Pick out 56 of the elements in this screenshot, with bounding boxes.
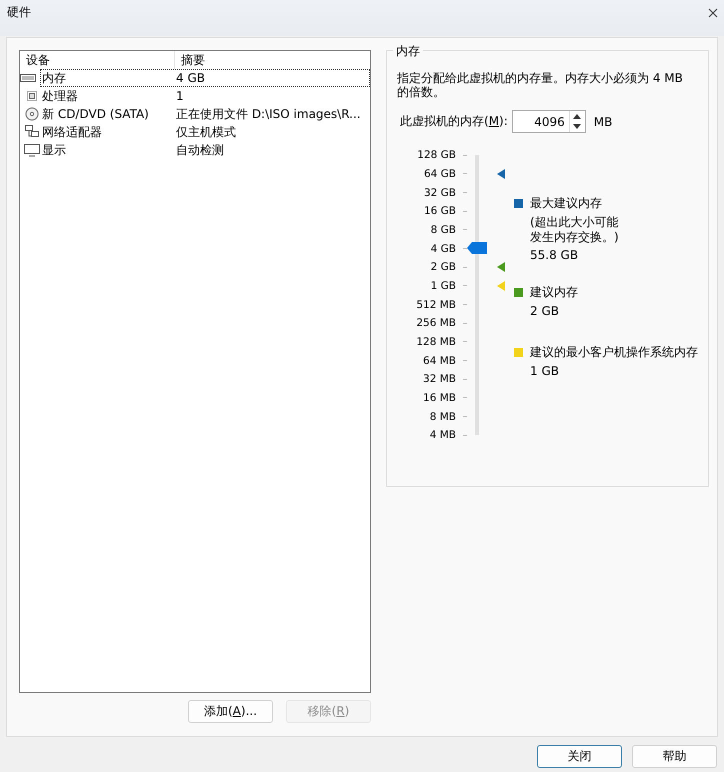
device-summary: 4 GB bbox=[176, 71, 205, 85]
scale-label: 1 GB bbox=[430, 280, 456, 292]
network-icon bbox=[24, 125, 40, 139]
legend-label: 最大建议内存 bbox=[530, 195, 602, 212]
help-button[interactable]: 帮助 bbox=[632, 745, 717, 768]
legend-label: 建议内存 bbox=[530, 284, 578, 301]
slider-thumb[interactable] bbox=[467, 242, 487, 254]
device-name: 显示 bbox=[41, 142, 67, 158]
close-button[interactable]: 关闭 bbox=[537, 745, 622, 768]
legend-value: 2 GB bbox=[529, 304, 560, 318]
monitor-icon bbox=[24, 143, 40, 157]
scale-label: 4 MB bbox=[430, 429, 456, 442]
column-header[interactable]: 摘要 bbox=[175, 51, 205, 69]
device-row[interactable]: 内存 4 GB bbox=[40, 69, 370, 87]
scale-label: 128 GB bbox=[417, 149, 456, 162]
add-button[interactable]: 添加(A)... bbox=[188, 700, 273, 723]
column-header[interactable]: 设备 bbox=[20, 51, 175, 69]
scale-label: 8 MB bbox=[430, 410, 456, 423]
memory-description: 指定分配给此虚拟机的内存量。内存大小必须为 4 MB 的倍数。 bbox=[397, 71, 684, 99]
memory-field-label: 此虚拟机的内存(M): bbox=[400, 113, 508, 130]
device-row[interactable]: 处理器 1 bbox=[20, 87, 370, 105]
scale-label: 64 MB bbox=[423, 354, 456, 367]
legend-note: (超出此大小可能发生内存交换。) bbox=[529, 215, 620, 245]
scale-label: 8 GB bbox=[430, 224, 456, 236]
scale-label: 32 MB bbox=[423, 373, 456, 386]
device-summary: 1 bbox=[176, 89, 184, 103]
device-name: 网络适配器 bbox=[41, 124, 103, 140]
scale-label: 32 GB bbox=[424, 186, 456, 199]
device-row[interactable]: 新 CD/DVD (SATA) 正在使用文件 D:\ISO images\R... bbox=[20, 105, 370, 123]
device-summary: 自动检测 bbox=[176, 142, 224, 158]
up-arrow-icon[interactable] bbox=[572, 113, 581, 120]
memory-spinner[interactable]: 4096 bbox=[512, 110, 586, 133]
scale-label: 256 MB bbox=[416, 317, 456, 330]
close-icon[interactable] bbox=[708, 8, 718, 18]
device-name: 新 CD/DVD (SATA) bbox=[41, 106, 150, 122]
legend-value: 1 GB bbox=[529, 364, 560, 378]
device-summary: 正在使用文件 D:\ISO images\R... bbox=[176, 106, 361, 122]
device-summary: 仅主机模式 bbox=[176, 124, 236, 140]
scale-label: 64 GB bbox=[424, 168, 456, 180]
legend-label: 建议的最小客户机操作系统内存 bbox=[530, 344, 698, 361]
device-name: 内存 bbox=[41, 70, 67, 86]
legend-value: 55.8 GB bbox=[529, 248, 580, 262]
down-arrow-icon[interactable] bbox=[572, 124, 581, 130]
disc-icon bbox=[24, 107, 40, 121]
scale-label: 4 GB bbox=[430, 242, 456, 255]
device-row[interactable]: 显示 自动检测 bbox=[20, 141, 370, 159]
window-title: 硬件 bbox=[7, 4, 31, 21]
scale-label: 16 GB bbox=[424, 205, 456, 218]
memory-input[interactable]: 4096 bbox=[512, 111, 569, 132]
scale-label: 16 MB bbox=[423, 392, 456, 404]
scale-label: 2 GB bbox=[430, 261, 456, 274]
unit-label: MB bbox=[594, 114, 612, 128]
scale-label: 128 MB bbox=[416, 336, 456, 348]
scale-label: 512 MB bbox=[416, 298, 456, 311]
device-name: 处理器 bbox=[41, 88, 79, 104]
device-row[interactable]: 网络适配器 仅主机模式 bbox=[20, 123, 370, 141]
